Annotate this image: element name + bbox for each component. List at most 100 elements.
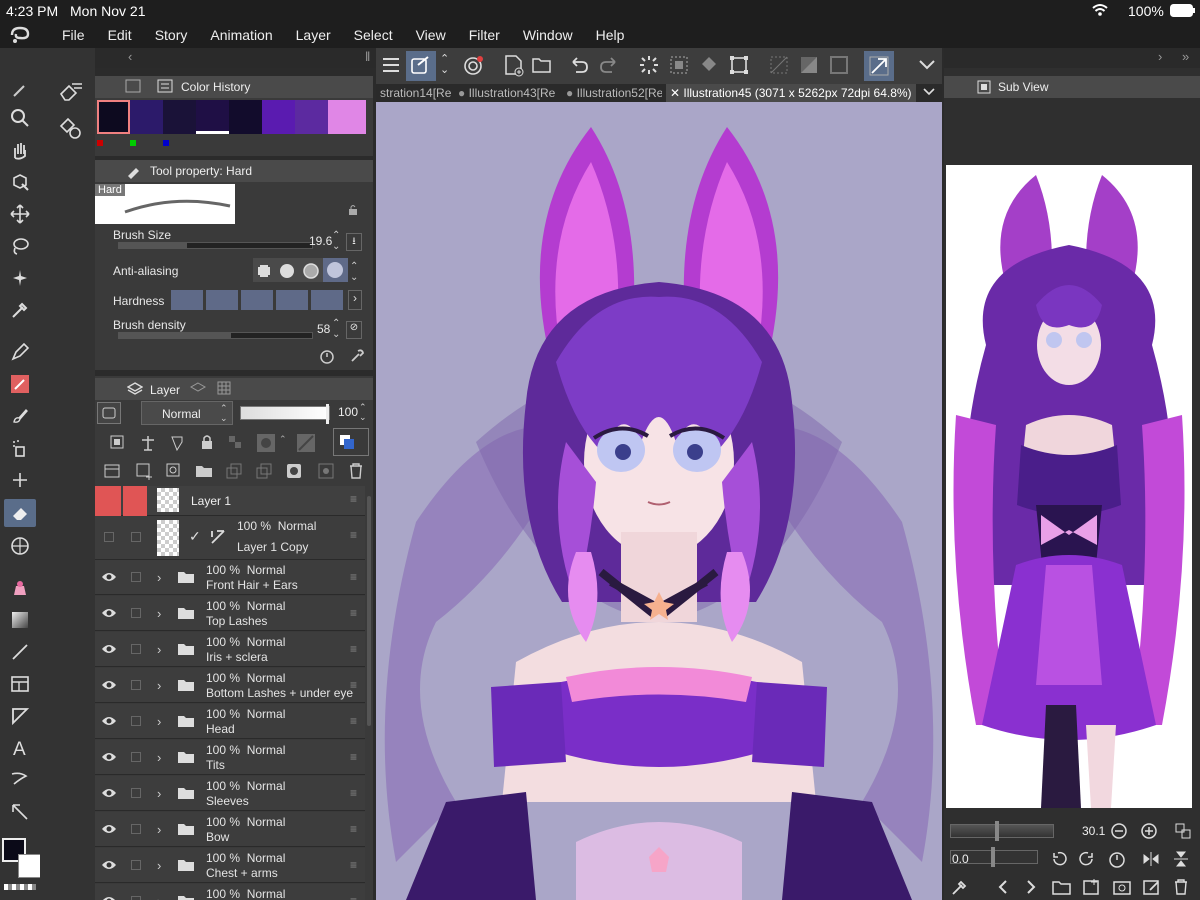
correct-line-tool-icon[interactable]: [4, 798, 36, 826]
eye-icon[interactable]: [101, 643, 117, 655]
layer-edit-toggle[interactable]: [131, 608, 141, 618]
merge-down-icon[interactable]: [255, 462, 275, 480]
mask-layer-icon[interactable]: ⌃: [255, 432, 291, 454]
document-tab[interactable]: ● Illustration52[Re: [562, 84, 662, 102]
sub-view-tab-icon[interactable]: [976, 79, 992, 95]
hardness-level-5[interactable]: [311, 290, 343, 310]
transparent-color-swatch[interactable]: [4, 884, 36, 890]
anti-aliasing-selector[interactable]: [253, 258, 348, 282]
chevron-left-icon[interactable]: ‹: [128, 49, 132, 64]
fit-view-icon[interactable]: [1174, 822, 1192, 840]
zoom-tool-icon[interactable]: [4, 104, 36, 132]
chevron-right-icon[interactable]: ›: [157, 786, 161, 801]
hardness-level-2[interactable]: [206, 290, 238, 310]
dock-grip-icon[interactable]: ‖: [365, 49, 370, 64]
menu-filter[interactable]: Filter: [469, 27, 500, 43]
layer-visibility-toggle[interactable]: [95, 486, 121, 516]
delete-image-icon[interactable]: [1172, 878, 1190, 896]
menu-view[interactable]: View: [416, 27, 446, 43]
layer-edit-toggle[interactable]: [131, 680, 141, 690]
hard-eraser-icon[interactable]: [58, 80, 84, 104]
sub-view-image[interactable]: [946, 165, 1192, 808]
layer-row[interactable]: Layer 1 ≡: [95, 486, 365, 516]
menu-window[interactable]: Window: [523, 27, 573, 43]
layer-menu-icon[interactable]: ≡: [350, 570, 357, 584]
drawing-canvas[interactable]: [376, 102, 942, 900]
layer-edit-toggle[interactable]: [131, 644, 141, 654]
timer-icon[interactable]: [319, 348, 335, 364]
tool-property-tab-icon[interactable]: [125, 163, 141, 179]
chevron-right-icon[interactable]: ›: [157, 894, 161, 900]
layer-row[interactable]: › 100 % Normal Sleeves ≡: [95, 776, 365, 811]
color-swatch[interactable]: [229, 100, 262, 134]
layer-menu-icon[interactable]: ≡: [350, 714, 357, 728]
edit-image-icon[interactable]: [1142, 878, 1162, 896]
zoom-out-icon[interactable]: [1110, 822, 1128, 840]
camera-icon[interactable]: [1112, 878, 1132, 896]
fill-tool-icon[interactable]: [4, 574, 36, 602]
magic-wand-tool-icon[interactable]: [4, 264, 36, 292]
layer-row[interactable]: › 100 % Normal Tits ≡: [95, 740, 365, 775]
zoom-in-icon[interactable]: [1140, 822, 1158, 840]
layer-edit-toggle[interactable]: [131, 572, 141, 582]
opacity-stepper-icon[interactable]: ⌃ ⌄: [359, 402, 367, 422]
layer-row[interactable]: › 100 % Normal Bottom Lashes + under eye ≡: [95, 668, 365, 703]
create-mask-icon[interactable]: [285, 462, 305, 480]
chevron-right-icon[interactable]: ›: [157, 678, 161, 693]
hardness-level-4[interactable]: [276, 290, 308, 310]
object-tool-icon[interactable]: [4, 168, 36, 196]
aa-stepper-icon[interactable]: ⌃ ⌄: [350, 261, 358, 283]
redo-icon[interactable]: [598, 54, 620, 76]
deselect-icon[interactable]: [768, 54, 790, 76]
menu-file[interactable]: File: [62, 27, 85, 43]
gradient-tool-icon[interactable]: [4, 606, 36, 634]
chevron-right-icon[interactable]: ›: [157, 750, 161, 765]
layer-panel-title[interactable]: Layer: [150, 383, 180, 397]
aa-strong-icon[interactable]: [323, 258, 348, 282]
brush-tool-icon[interactable]: [4, 402, 36, 430]
layer-row[interactable]: › 100 % Normal ≡: [95, 884, 365, 900]
new-raster-layer-icon[interactable]: [135, 462, 155, 480]
layer-edit-toggle[interactable]: [131, 896, 141, 900]
chevron-right-icon[interactable]: ›: [1158, 49, 1162, 64]
layer-row[interactable]: › 100 % Normal Top Lashes ≡: [95, 596, 365, 631]
layer-edit-toggle[interactable]: [131, 824, 141, 834]
layer-menu-icon[interactable]: ≡: [350, 858, 357, 872]
apply-mask-icon[interactable]: [317, 462, 337, 480]
blend-mode-stepper-icon[interactable]: ⌃ ⌄: [220, 403, 228, 423]
reset-rotation-icon[interactable]: [1108, 850, 1126, 868]
brush-size-download-icon[interactable]: ⭳: [346, 233, 362, 251]
eraser-tool-icon[interactable]: [4, 499, 36, 527]
color-wheel-tab-icon[interactable]: [125, 79, 141, 93]
select-all-icon[interactable]: [668, 54, 690, 76]
chevron-right-icon[interactable]: ›: [157, 642, 161, 657]
spiral-icon[interactable]: [462, 55, 484, 77]
eye-icon[interactable]: [101, 571, 117, 583]
flip-vertical-icon[interactable]: [1172, 850, 1190, 868]
lock-transparent-icon[interactable]: [227, 434, 245, 452]
layer-menu-icon[interactable]: ≡: [350, 750, 357, 764]
layer-color-icon[interactable]: [333, 428, 369, 456]
rotate-left-icon[interactable]: [1050, 850, 1068, 868]
clip-layer-icon[interactable]: [109, 434, 127, 452]
balloon-tool-icon[interactable]: [4, 766, 36, 794]
ruler-layer-icon[interactable]: [295, 432, 331, 454]
lock-layer-icon[interactable]: [199, 434, 215, 450]
document-tab[interactable]: stration14[Re: [376, 84, 452, 102]
eye-icon[interactable]: [101, 859, 117, 871]
chevron-right-icon[interactable]: ›: [157, 606, 161, 621]
undo-icon[interactable]: [568, 54, 590, 76]
transfer-down-icon[interactable]: [225, 462, 245, 480]
layer-list-icon[interactable]: [103, 462, 121, 480]
transform-icon[interactable]: [728, 54, 750, 76]
close-icon[interactable]: ✕: [670, 86, 683, 100]
layer-menu-icon[interactable]: ≡: [350, 606, 357, 620]
reference-layer-icon[interactable]: [139, 434, 157, 452]
move-tool-icon[interactable]: [4, 200, 36, 228]
layer-menu-icon[interactable]: ≡: [350, 822, 357, 836]
layer-edit-toggle[interactable]: [131, 860, 141, 870]
loading-icon[interactable]: [638, 54, 660, 76]
decoration-tool-icon[interactable]: [4, 466, 36, 494]
hardness-level-1[interactable]: [171, 290, 203, 310]
layer-visibility-toggle[interactable]: [104, 532, 114, 542]
